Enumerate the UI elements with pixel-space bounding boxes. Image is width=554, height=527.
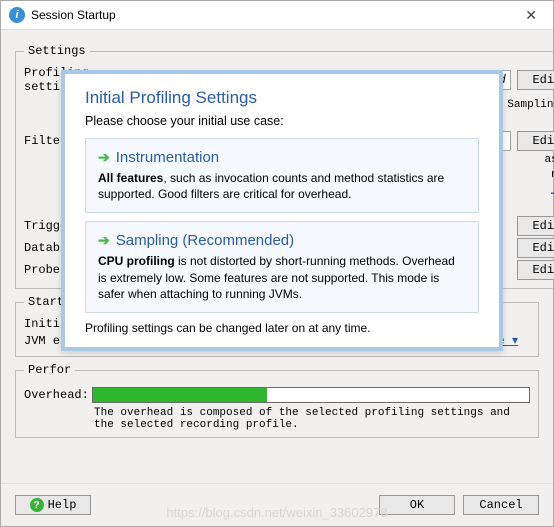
close-button[interactable]: ✕: [517, 5, 545, 26]
performance-legend: Perfor: [24, 363, 75, 377]
session-startup-window: i Session Startup ✕ Settings Profiling s…: [0, 0, 554, 527]
initial-profiling-modal: Initial Profiling Settings Please choose…: [61, 70, 503, 351]
filter-edit-button[interactable]: Edit: [517, 131, 554, 151]
option-sampling[interactable]: ➔ Sampling (Recommended) CPU profiling i…: [85, 221, 479, 313]
modal-footer-text: Profiling settings can be changed later …: [85, 321, 479, 335]
option-sampling-body: CPU profiling is not distorted by short-…: [98, 253, 466, 302]
overhead-label: Overhead:: [24, 388, 84, 402]
profiling-edit-button[interactable]: Edit: [517, 70, 554, 90]
settings-legend: Settings: [24, 44, 90, 58]
arrow-icon: ➔: [98, 149, 110, 166]
cancel-button[interactable]: Cancel: [463, 495, 539, 515]
option-instrumentation[interactable]: ➔ Instrumentation All features, such as …: [85, 138, 479, 213]
probe-edit-button[interactable]: Edit: [517, 260, 554, 280]
trigger-edit-button[interactable]: Edit: [517, 216, 554, 236]
database-edit-button[interactable]: Edit: [517, 238, 554, 258]
ok-button[interactable]: OK: [379, 495, 455, 515]
option-instrumentation-title: Instrumentation: [116, 149, 219, 166]
overhead-note: The overhead is composed of the selected…: [94, 407, 530, 431]
overhead-fill: [93, 388, 267, 402]
arrow-icon: ➔: [98, 232, 110, 249]
help-icon: ?: [30, 498, 44, 512]
help-button[interactable]: ?Help: [15, 495, 91, 516]
overhead-bar: [92, 387, 530, 403]
modal-subtitle: Please choose your initial use case:: [85, 114, 479, 128]
window-body: Settings Profiling settings: Template: I…: [1, 30, 553, 485]
performance-group: Perfor Overhead: The overhead is compose…: [15, 363, 539, 438]
dialog-footer: ?Help OK Cancel: [1, 483, 553, 526]
window-title: Session Startup: [31, 8, 116, 22]
modal-title: Initial Profiling Settings: [85, 88, 479, 108]
option-sampling-title: Sampling (Recommended): [116, 232, 294, 249]
titlebar: i Session Startup ✕: [1, 1, 553, 30]
info-icon: i: [9, 7, 25, 23]
option-instrumentation-body: All features, such as invocation counts …: [98, 170, 466, 202]
